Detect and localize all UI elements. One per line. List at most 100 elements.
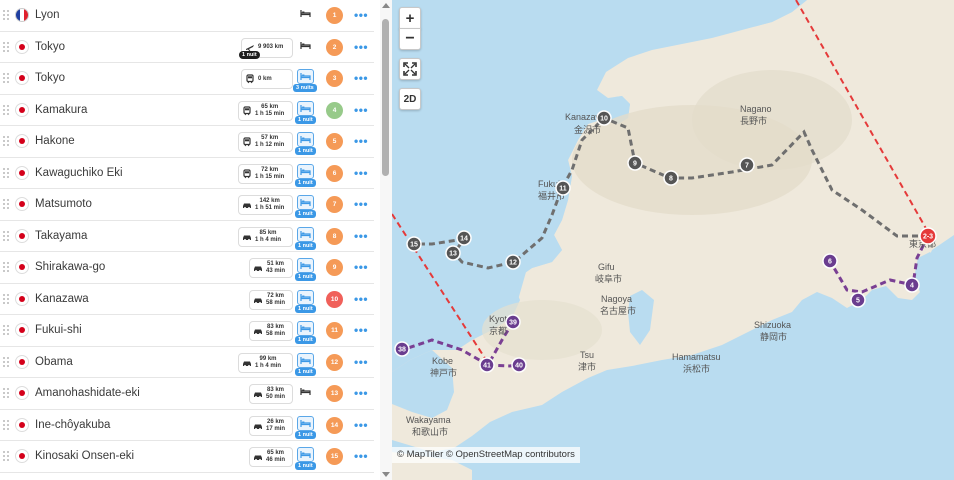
drag-handle-icon[interactable]: [3, 199, 10, 209]
more-horizontal-icon[interactable]: •••: [354, 41, 368, 53]
accommodation-button[interactable]: [297, 100, 314, 116]
more-horizontal-icon[interactable]: •••: [354, 419, 368, 431]
drag-handle-icon[interactable]: [3, 451, 10, 461]
map-pin[interactable]: 15: [406, 236, 422, 252]
more-horizontal-icon[interactable]: •••: [354, 135, 368, 147]
more-horizontal-icon[interactable]: •••: [354, 356, 368, 368]
map-pin[interactable]: 2-3: [919, 227, 937, 245]
more-horizontal-icon[interactable]: •••: [354, 261, 368, 273]
map-pin[interactable]: 41: [479, 357, 495, 373]
drag-handle-icon[interactable]: [3, 104, 10, 115]
flag-japan-icon: [15, 39, 29, 54]
map-pin[interactable]: 10: [596, 110, 612, 126]
transport-button[interactable]: 83 km 50 min: [249, 384, 293, 404]
itinerary-row[interactable]: Matsumoto 142 km 1 h 51 min 1 nuit 7 •••: [0, 189, 374, 221]
route-map[interactable]: Kanazawa 金沢市 Fukui 福井市 Nagano 長野市 Gifu 岐…: [392, 0, 954, 480]
transport-button[interactable]: 0 km: [241, 69, 293, 89]
itinerary-row[interactable]: Obama 99 km 1 h 4 min 1 nuit 12 •••: [0, 347, 374, 378]
accommodation-button[interactable]: [297, 6, 314, 21]
map-pin[interactable]: 8: [663, 170, 679, 186]
drag-handle-icon[interactable]: [3, 10, 10, 20]
accommodation-button[interactable]: [297, 37, 314, 53]
zoom-out-button[interactable]: −: [399, 28, 421, 50]
accommodation-button[interactable]: [297, 195, 314, 210]
accommodation-button[interactable]: [297, 384, 314, 399]
itinerary-row[interactable]: Hakone 57 km 1 h 12 min 1 nuit 5 •••: [0, 126, 374, 158]
transport-button[interactable]: 51 km 43 min: [249, 258, 293, 278]
itinerary-row[interactable]: Shirakawa-go 51 km 43 min 1 nuit 9 •••: [0, 252, 374, 284]
itinerary-row[interactable]: Kamakura 65 km 1 h 15 min 1 nuit 4 •••: [0, 95, 374, 126]
map-pin[interactable]: 40: [511, 357, 527, 373]
transport-button[interactable]: 83 km 58 min: [249, 321, 293, 341]
fullscreen-button[interactable]: [399, 58, 421, 80]
map-pin[interactable]: 9: [627, 155, 643, 171]
accommodation-button[interactable]: [297, 321, 314, 336]
more-horizontal-icon[interactable]: •••: [354, 72, 368, 84]
transport-button[interactable]: 85 km 1 h 4 min: [238, 226, 293, 247]
drag-handle-icon[interactable]: [3, 419, 10, 430]
itinerary-row[interactable]: Kinosaki Onsen-eki 65 km 46 min 1 nuit 15 •••: [0, 441, 374, 473]
itinerary-row[interactable]: Takayama 85 km 1 h 4 min 1 nuit 8 •••: [0, 221, 374, 252]
itinerary-row[interactable]: Lyon 1 •••: [0, 0, 374, 32]
more-horizontal-icon[interactable]: •••: [354, 230, 368, 242]
accommodation-button[interactable]: [297, 226, 314, 242]
scroll-down-arrow-icon[interactable]: [382, 472, 390, 477]
accommodation-button[interactable]: [297, 258, 314, 273]
drag-handle-icon[interactable]: [3, 325, 10, 335]
map-pin[interactable]: 7: [739, 157, 755, 173]
more-horizontal-icon[interactable]: •••: [354, 387, 368, 399]
panel-scrollbar[interactable]: [380, 0, 392, 480]
itinerary-row[interactable]: Kawaguchiko Eki 72 km 1 h 15 min 1 nuit 6 •••: [0, 158, 374, 189]
transport-button[interactable]: 57 km 1 h 12 min: [238, 132, 293, 152]
transport-button[interactable]: 26 km 17 min: [249, 415, 293, 436]
transport-button[interactable]: 72 km 58 min: [249, 289, 293, 310]
itinerary-row[interactable]: Amanohashidate-eki 83 km 50 min 13 •••: [0, 378, 374, 410]
drag-handle-icon[interactable]: [3, 167, 10, 178]
transport-button[interactable]: 142 km 1 h 51 min: [238, 195, 293, 215]
drag-handle-icon[interactable]: [3, 356, 10, 367]
accommodation-button[interactable]: [297, 163, 314, 179]
accommodation-button[interactable]: [297, 289, 314, 305]
accommodation-button[interactable]: [297, 69, 314, 84]
accommodation-button[interactable]: [297, 132, 314, 147]
transport-button[interactable]: 65 km 1 h 15 min: [238, 100, 293, 121]
drag-handle-icon[interactable]: [3, 262, 10, 272]
map-pin[interactable]: 38: [394, 341, 410, 357]
map-pin[interactable]: 5: [850, 292, 866, 308]
view-2d-toggle[interactable]: 2D: [399, 88, 421, 110]
accommodation-button[interactable]: [297, 415, 314, 431]
more-horizontal-icon[interactable]: •••: [354, 9, 368, 21]
more-horizontal-icon[interactable]: •••: [354, 324, 368, 336]
itinerary-row[interactable]: Tokyo 0 km 3 nuits 3 •••: [0, 63, 374, 95]
map-pin[interactable]: 4: [904, 277, 920, 293]
itinerary-row[interactable]: Tokyo 9 903 km 1 nuit 2 •••: [0, 32, 374, 63]
transport-button[interactable]: 72 km 1 h 15 min: [238, 163, 293, 184]
scroll-up-arrow-icon[interactable]: [382, 3, 390, 8]
map-pin[interactable]: 14: [456, 230, 472, 246]
drag-handle-icon[interactable]: [3, 293, 10, 304]
drag-handle-icon[interactable]: [3, 388, 10, 398]
scrollbar-thumb[interactable]: [382, 19, 389, 176]
map-pin[interactable]: 12: [505, 254, 521, 270]
drag-handle-icon[interactable]: [3, 230, 10, 241]
more-horizontal-icon[interactable]: •••: [354, 104, 368, 116]
accommodation-button[interactable]: [297, 352, 314, 368]
itinerary-row[interactable]: Ine-chôyakuba 26 km 17 min 1 nuit 14 •••: [0, 410, 374, 441]
map-pin[interactable]: 6: [822, 253, 838, 269]
transport-button[interactable]: 99 km 1 h 4 min: [238, 352, 293, 373]
more-horizontal-icon[interactable]: •••: [354, 198, 368, 210]
itinerary-row[interactable]: Fukui-shi 83 km 58 min 1 nuit 11 •••: [0, 315, 374, 347]
drag-handle-icon[interactable]: [3, 136, 10, 146]
drag-handle-icon[interactable]: [3, 73, 10, 83]
transport-button[interactable]: 65 km 46 min: [249, 447, 293, 467]
map-pin[interactable]: 13: [445, 245, 461, 261]
map-pin[interactable]: 39: [505, 314, 521, 330]
more-horizontal-icon[interactable]: •••: [354, 167, 368, 179]
zoom-in-button[interactable]: +: [399, 7, 421, 29]
map-pin[interactable]: 11: [555, 180, 571, 196]
drag-handle-icon[interactable]: [3, 41, 10, 52]
more-horizontal-icon[interactable]: •••: [354, 450, 368, 462]
accommodation-button[interactable]: [297, 447, 314, 462]
more-horizontal-icon[interactable]: •••: [354, 293, 368, 305]
itinerary-row[interactable]: Kanazawa 72 km 58 min 1 nuit 10 •••: [0, 284, 374, 315]
